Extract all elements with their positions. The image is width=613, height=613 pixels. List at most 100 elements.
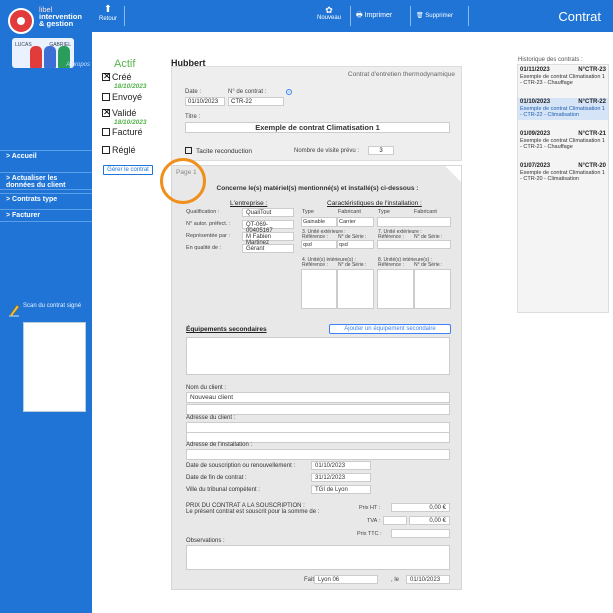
contract-title-field[interactable]: Exemple de contrat Climatisation 1 [185,122,450,133]
sidebar-item-actualiser[interactable]: > Actualiser les données du client [0,172,92,190]
check-icon [102,107,111,118]
page-fold [445,166,461,182]
print-label: Imprimer [364,12,393,19]
type2-field[interactable] [377,217,451,227]
install-address-field[interactable] [186,449,450,460]
visits-field[interactable]: 3 [368,146,394,155]
history-item-selected[interactable]: 01/10/2023 N°CTR-22 Exemple de contrat C… [518,98,608,120]
client-name-field-2[interactable] [186,404,450,415]
contract-number-field[interactable]: CTR-22 [228,97,284,106]
ref4-box[interactable] [301,269,337,309]
type1-field[interactable]: Gainable [301,217,337,227]
representative-label: Représentée par : [186,233,231,239]
checkbox-icon [102,128,110,136]
ttc-field[interactable] [391,529,450,538]
col-fabricant: Fabricant [338,209,361,215]
observations-field[interactable] [186,545,450,570]
representative-field[interactable]: M Fabien Martinez [242,232,294,246]
prefect-field[interactable]: QT-069-00405167 [242,220,294,234]
checkbox-icon [102,146,110,154]
client-address-label: Adresse du client : [186,415,236,421]
top-toolbar: ⬆ Retour ✿ Nouveau 🖶 Imprimer 🗑 Supprime… [92,0,613,32]
visits-label: Nombre de visite prévu : [294,148,360,154]
quality-field[interactable]: Gérant [242,244,294,253]
contract-number-label: N° de contrat : [228,89,267,95]
scan-dropzone[interactable] [23,322,86,412]
new-icon: ✿ [325,5,333,15]
qualification-field[interactable]: QualiTout [242,208,294,217]
date-label: Date : [185,89,202,95]
tva-rate-field[interactable] [383,516,407,525]
client-name-label: Nom du client : [186,385,227,391]
col-type: Type [302,209,314,215]
serial4-box[interactable] [337,269,374,309]
status-valide-date: 18/10/2023 [114,119,147,126]
delete-button[interactable]: 🗑 Supprimer [416,12,466,19]
end-date-field[interactable]: 31/12/2023 [311,473,371,482]
add-equipment-button[interactable]: Ajouter un équipement secondaire [329,324,451,334]
fab1-field[interactable]: Carrier [337,217,374,227]
contract-type-label: Contrat d'entretien thermodynamique [347,71,455,78]
status-cree[interactable]: Créé [102,71,132,82]
trash-icon: 🗑 [416,13,424,19]
ref7-field[interactable] [377,240,451,249]
page1-panel: Page 1 Concerne le(s) matériel(s) mentio… [171,165,462,590]
team-left-name: LUCAS [15,42,32,48]
highlight-circle [160,158,206,204]
delete-label: Supprimer [425,13,453,19]
print-button[interactable]: 🖶 Imprimer [356,11,406,22]
history-title: Historique des contrats : [518,57,583,63]
tva-field[interactable]: 0,00 € [409,516,450,525]
checkbox-icon [102,93,110,101]
ref8-box[interactable] [377,269,414,309]
printer-icon: 🖶 [356,12,363,19]
app-logo: libel intervention & gestion LUCAS GABRI… [0,0,92,92]
logo-line3: & gestion [39,19,74,28]
ref8-label: Référence : [378,262,404,268]
le-field[interactable]: 01/10/2023 [406,575,450,584]
history-list: 01/11/2023 N°CTR-23 Exemple de contrat C… [517,64,609,313]
pen-icon [9,304,20,317]
price-ht-field[interactable]: 0,00 € [391,503,450,512]
status-regle[interactable]: Réglé [102,145,136,155]
fait-field[interactable]: Lyon 06 [314,575,378,584]
history-item[interactable]: 01/09/2023 N°CTR-21 Exemple de contrat C… [518,130,608,152]
status-envoye[interactable]: Envoyé [102,92,142,102]
history-item[interactable]: 01/07/2023 N°CTR-20 Exemple de contrat C… [518,162,608,184]
info-icon[interactable]: i [286,89,292,95]
quality-label: En qualité de : [186,245,222,251]
logo-icon [8,8,34,34]
equipment-title: Équipements secondaires [186,326,267,333]
court-label: Ville du tribunal compétent : [186,487,260,493]
status-title: Actif [114,58,136,70]
ref3-field[interactable]: qsd [301,240,337,249]
manage-contract-button[interactable]: Gérer le contrat [103,165,153,175]
serial3-field[interactable]: qsd [337,240,374,249]
equipment-list[interactable] [186,337,450,375]
sidebar-item-facturer[interactable]: > Facturer [0,209,92,222]
new-button[interactable]: ✿ Nouveau [312,5,346,21]
contract-header-panel: Contrat d'entretien thermodynamique Date… [171,66,462,161]
sidebar-item-accueil[interactable]: > Accueil [0,150,92,162]
ttc-label: Prix TTC : [357,531,382,537]
sub-date-field[interactable]: 01/10/2023 [311,461,371,470]
back-label: Retour [98,16,117,22]
install-title: Caractéristiques de l'installation : [327,200,422,207]
serial4-label: N° de Série : [338,262,367,268]
tacite-checkbox[interactable]: Tacite reconduction [185,147,252,155]
date-field[interactable]: 01/10/2023 [185,97,225,106]
court-field[interactable]: TGI de Lyon [311,485,371,494]
install-address-label: Adresse de l'installation : [186,442,253,448]
status-facture[interactable]: Facturé [102,127,143,137]
serial8-box[interactable] [414,269,451,309]
sidebar-item-contrats-type[interactable]: > Contrats type [0,193,92,205]
end-date-label: Date de fin de contrat : [186,475,247,481]
client-name-field[interactable]: Nouveau client [186,392,450,403]
qualification-label: Qualification : [186,209,220,215]
team-illustration: LUCAS GABRIEL [12,38,74,68]
about-link[interactable]: A propos [66,62,90,68]
status-valide[interactable]: Validé [102,107,136,118]
back-button[interactable]: ⬆ Retour [98,4,118,30]
price-ht-label: Prix HT : [359,505,381,511]
history-item[interactable]: 01/11/2023 N°CTR-23 Exemple de contrat C… [518,66,608,88]
